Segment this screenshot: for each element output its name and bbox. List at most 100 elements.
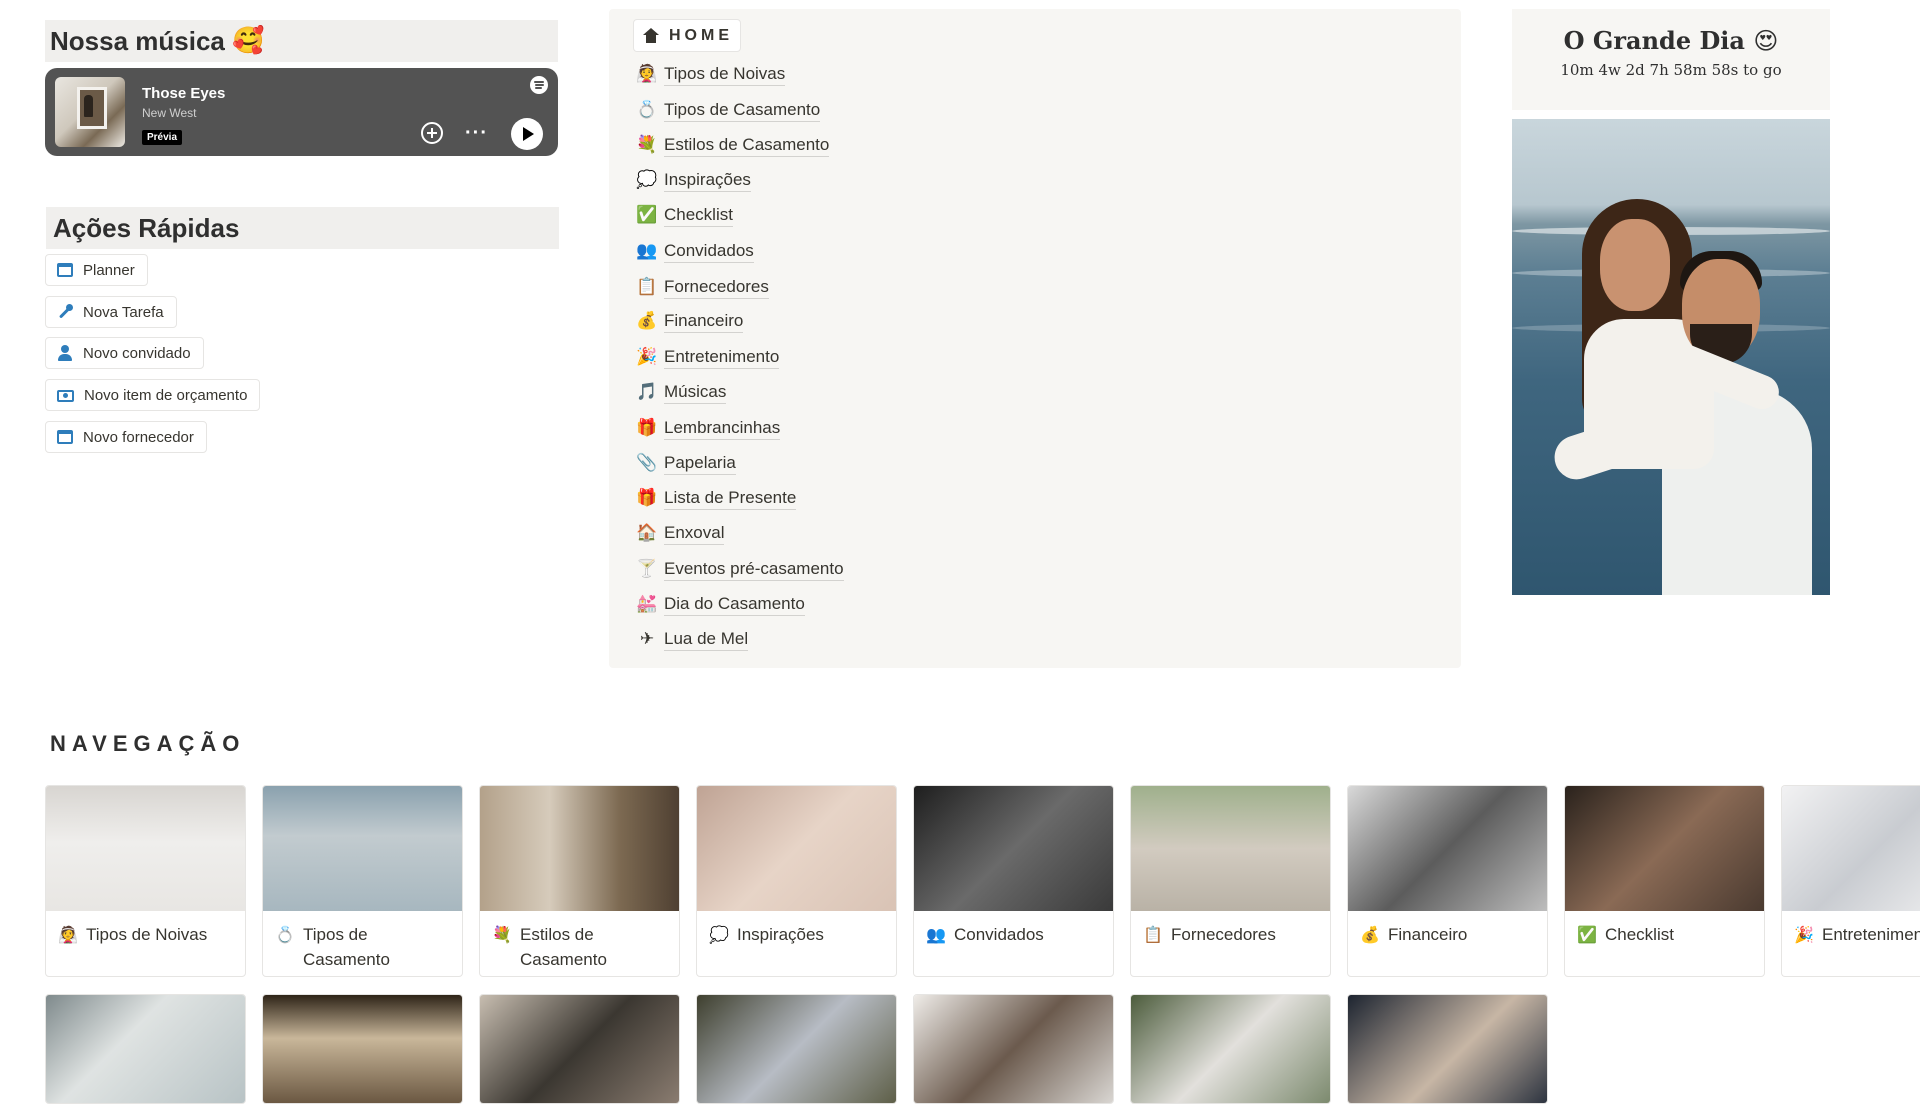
link-label: Papelaria bbox=[664, 452, 736, 475]
gallery-card[interactable] bbox=[696, 994, 897, 1104]
link-label: Eventos pré-casamento bbox=[664, 558, 844, 581]
link-papelaria[interactable]: 📎 Papelaria bbox=[636, 450, 736, 476]
link-checklist[interactable]: ✅ Checklist bbox=[636, 202, 733, 228]
gallery-card-tipos-de-noivas[interactable]: 👰 Tipos de Noivas bbox=[45, 785, 246, 977]
link-entretenimento[interactable]: 🎉 Entretenimento bbox=[636, 344, 780, 370]
card-title: Tipos de Casamento bbox=[303, 925, 390, 969]
link-label: Tipos de Noivas bbox=[664, 63, 786, 86]
link-lua-de-mel[interactable]: ✈ Lua de Mel bbox=[636, 626, 749, 652]
countdown-widget: O Grande Dia 😍 10m 4w 2d 7h 58m 58s to g… bbox=[1512, 9, 1830, 110]
link-musicas[interactable]: 🎵 Músicas bbox=[636, 379, 727, 405]
card-cover-image bbox=[697, 786, 896, 911]
gallery-card[interactable] bbox=[913, 994, 1114, 1104]
new-vendor-button-label: Novo fornecedor bbox=[83, 428, 194, 446]
link-financeiro[interactable]: 💰 Financeiro bbox=[636, 308, 744, 334]
gallery-card-fornecedores[interactable]: 📋 Fornecedores bbox=[1130, 785, 1331, 977]
heart-eyes-emoji: 😍 bbox=[1753, 27, 1779, 55]
user-icon bbox=[57, 345, 73, 361]
gallery-card-inspiracoes[interactable]: 💭 Inspirações bbox=[696, 785, 897, 977]
play-icon[interactable] bbox=[511, 118, 543, 150]
home-heading-label: HOME bbox=[669, 26, 733, 44]
card-title: Estilos de Casamento bbox=[520, 925, 607, 969]
quick-actions-heading-text: Ações Rápidas bbox=[53, 212, 240, 243]
link-estilos-de-casamento[interactable]: 💐 Estilos de Casamento bbox=[636, 132, 830, 158]
gallery-card[interactable] bbox=[1347, 994, 1548, 1104]
new-budget-item-button[interactable]: Novo item de orçamento bbox=[45, 379, 261, 411]
house-icon bbox=[643, 28, 659, 43]
track-artist[interactable]: New West bbox=[142, 106, 196, 120]
new-guest-button[interactable]: Novo convidado bbox=[45, 337, 204, 369]
spotify-embed-player[interactable]: Those Eyes New West Prévia ··· bbox=[45, 68, 558, 156]
ellipsis-icon[interactable]: ··· bbox=[465, 122, 488, 144]
card-title: Inspirações bbox=[737, 925, 824, 944]
card-title: Entretenimento bbox=[1822, 925, 1920, 944]
gallery-card-convidados[interactable]: 👥 Convidados bbox=[913, 785, 1114, 977]
house-icon: 🏠 bbox=[636, 523, 658, 543]
gallery-card-entretenimento[interactable]: 🎉 Entretenimento bbox=[1781, 785, 1920, 977]
spotify-icon[interactable] bbox=[530, 76, 548, 94]
calendar-icon bbox=[57, 430, 73, 444]
thought-bubble-icon: 💭 bbox=[709, 925, 729, 944]
gallery-card-estilos-de-casamento[interactable]: 💐 Estilos de Casamento bbox=[479, 785, 680, 977]
link-label: Financeiro bbox=[664, 310, 744, 333]
link-fornecedores[interactable]: 📋 Fornecedores bbox=[636, 274, 769, 300]
countdown-title-text: O Grande Dia bbox=[1563, 26, 1745, 55]
link-enxoval[interactable]: 🏠 Enxoval bbox=[636, 520, 725, 546]
quick-actions-heading: Ações Rápidas bbox=[46, 207, 559, 249]
link-label: Convidados bbox=[664, 240, 754, 263]
link-tipos-de-casamento[interactable]: 💍 Tipos de Casamento bbox=[636, 97, 821, 123]
link-label: Tipos de Casamento bbox=[664, 99, 821, 122]
card-cover-image bbox=[1348, 995, 1547, 1103]
album-cover bbox=[55, 77, 125, 147]
new-vendor-button[interactable]: Novo fornecedor bbox=[45, 421, 207, 453]
link-dia-do-casamento[interactable]: 💒 Dia do Casamento bbox=[636, 591, 805, 617]
link-label: Inspirações bbox=[664, 169, 751, 192]
card-cover-image bbox=[480, 995, 679, 1103]
gallery-card-checklist[interactable]: ✅ Checklist bbox=[1564, 785, 1765, 977]
bouquet-icon: 💐 bbox=[636, 135, 658, 155]
card-cover-image bbox=[914, 995, 1113, 1103]
money-bag-icon: 💰 bbox=[1360, 925, 1380, 944]
track-title[interactable]: Those Eyes bbox=[142, 85, 225, 102]
countdown-remaining: 10m 4w 2d 7h 58m 58s to go bbox=[1560, 61, 1782, 79]
gallery-card-tipos-de-casamento[interactable]: 💍 Tipos de Casamento bbox=[262, 785, 463, 977]
link-lista-de-presente[interactable]: 🎁 Lista de Presente bbox=[636, 485, 797, 511]
music-note-icon: 🎵 bbox=[636, 382, 658, 402]
link-label: Fornecedores bbox=[664, 276, 769, 299]
card-cover-image bbox=[1782, 786, 1920, 911]
gallery-card-financeiro[interactable]: 💰 Financeiro bbox=[1347, 785, 1548, 977]
people-icon: 👥 bbox=[636, 241, 658, 261]
card-cover-image bbox=[1131, 786, 1330, 911]
link-inspiracoes[interactable]: 💭 Inspirações bbox=[636, 167, 751, 193]
bride-icon: 👰 bbox=[58, 925, 78, 944]
link-label: Músicas bbox=[664, 381, 727, 404]
new-budget-item-button-label: Novo item de orçamento bbox=[84, 386, 248, 404]
link-label: Entretenimento bbox=[664, 346, 780, 369]
countdown-title: O Grande Dia 😍 bbox=[1512, 26, 1830, 55]
navigation-heading: NAVEGAÇÃO bbox=[50, 731, 246, 756]
money-bag-icon: 💰 bbox=[636, 311, 658, 331]
gallery-card[interactable] bbox=[262, 994, 463, 1104]
clipboard-icon: 📋 bbox=[636, 277, 658, 297]
planner-button[interactable]: Planner bbox=[45, 254, 148, 286]
check-mark-icon: ✅ bbox=[636, 205, 658, 225]
link-tipos-de-noivas[interactable]: 👰 Tipos de Noivas bbox=[636, 61, 786, 87]
wrench-icon bbox=[57, 304, 73, 320]
plus-circle-icon[interactable] bbox=[421, 122, 443, 144]
gallery-card[interactable] bbox=[1130, 994, 1331, 1104]
link-lembrancinhas[interactable]: 🎁 Lembrancinhas bbox=[636, 415, 781, 441]
link-convidados[interactable]: 👥 Convidados bbox=[636, 238, 754, 264]
card-title: Financeiro bbox=[1388, 925, 1468, 944]
card-cover-image bbox=[1131, 995, 1330, 1103]
link-label: Checklist bbox=[664, 204, 733, 227]
link-label: Dia do Casamento bbox=[664, 593, 805, 616]
gallery-card[interactable] bbox=[479, 994, 680, 1104]
gallery-card[interactable] bbox=[45, 994, 246, 1104]
gift-icon: 🎁 bbox=[636, 418, 658, 438]
preview-badge: Prévia bbox=[142, 130, 183, 145]
wedding-chapel-icon: 💒 bbox=[636, 594, 658, 614]
card-cover-image bbox=[1565, 786, 1764, 911]
new-task-button[interactable]: Nova Tarefa bbox=[45, 296, 177, 328]
bride-icon: 👰 bbox=[636, 64, 658, 84]
link-eventos-pre-casamento[interactable]: 🍸 Eventos pré-casamento bbox=[636, 556, 844, 582]
